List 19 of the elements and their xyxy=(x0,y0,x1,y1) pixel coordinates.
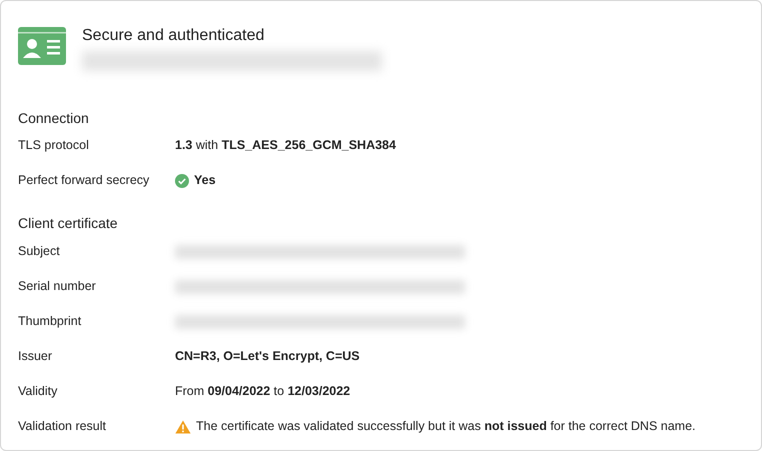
check-icon xyxy=(175,174,189,188)
field-label: Subject xyxy=(18,244,60,258)
section-heading: Client certificate xyxy=(18,216,118,230)
field-value: 1.3 with TLS_AES_256_GCM_SHA384 xyxy=(175,137,396,154)
field-value: Yes xyxy=(194,172,216,190)
field-label: Validation result xyxy=(18,419,106,434)
id-card-icon xyxy=(18,27,66,65)
field-label: Issuer xyxy=(18,349,52,364)
field-label: Perfect forward secrecy xyxy=(18,173,150,188)
dialog-title: Secure and authenticated xyxy=(82,27,266,45)
field-label: Validity xyxy=(18,384,58,398)
field-value: The certificate was validated successfully but it was not issued for the correct DNS name. xyxy=(196,418,696,436)
field-value: From 09/04/2022 to 12/03/2022 xyxy=(175,383,350,400)
section-heading: Connection xyxy=(18,110,89,125)
field-value: CN=R3, O=Let's Encrypt, C=US xyxy=(175,348,360,366)
field-label: Thumbprint xyxy=(18,314,82,328)
field-label: TLS protocol xyxy=(18,138,89,152)
field-label: Serial number xyxy=(18,279,96,294)
warning-icon xyxy=(175,420,191,434)
